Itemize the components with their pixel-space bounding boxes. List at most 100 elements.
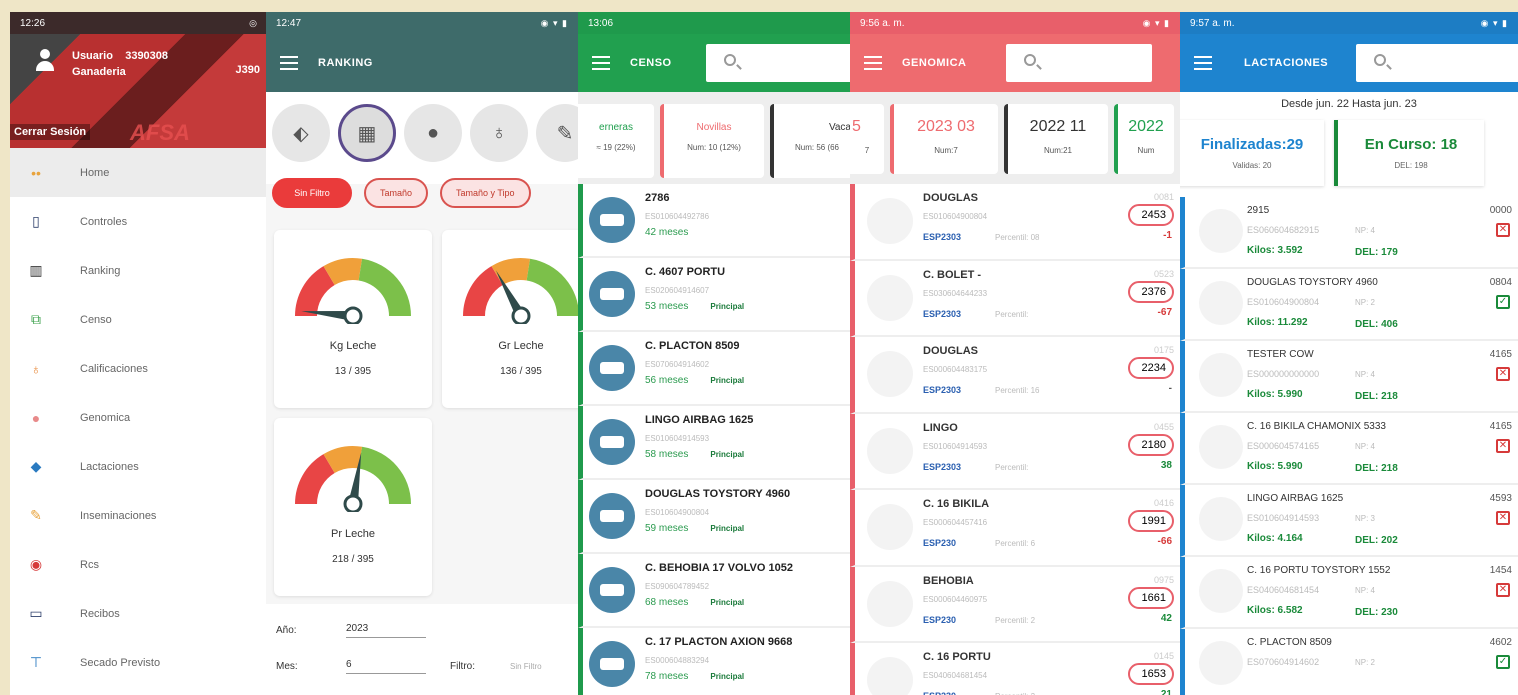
app-bar: CENSO bbox=[578, 34, 850, 92]
menu-item[interactable]: ◉ Rcs bbox=[10, 540, 268, 589]
animal-list: 2786 ES010604492786 42 meses C. 4607 PORTU E… bbox=[578, 184, 850, 695]
menu-item-label: Calificaciones bbox=[80, 362, 148, 375]
list-item[interactable]: C. 16 BIKILA CHAMONIX 5333 ES000604574165… bbox=[1180, 413, 1518, 485]
chip-no-filter[interactable]: Sin Filtro bbox=[272, 178, 352, 208]
status-bar: 9:57 a. m. ◉ ▾ ▮ bbox=[1180, 12, 1518, 34]
eval-tag: ESP2303 bbox=[923, 461, 962, 472]
month-field[interactable]: 6 bbox=[346, 659, 426, 674]
chip-size-type[interactable]: Tamaño y Tipo bbox=[440, 178, 531, 208]
menu-item[interactable]: ▯ Controles bbox=[10, 197, 268, 246]
close-icon: ✕ bbox=[1496, 223, 1510, 237]
menu-item-label: Lactaciones bbox=[80, 460, 139, 473]
search-input[interactable] bbox=[1006, 44, 1152, 82]
tab-vacas[interactable]: Vacas Num: 56 (66 bbox=[770, 104, 850, 178]
menu-icon[interactable] bbox=[280, 56, 298, 70]
eval-tag: ESP2303 bbox=[923, 232, 962, 242]
search-input[interactable] bbox=[706, 44, 850, 82]
list-item[interactable]: C. BOLET - ES030604644233 ESP2303 Percentil… bbox=[850, 260, 1180, 337]
list-item[interactable]: C. PLACTON 8509 ES070604914602 56 meses Pri… bbox=[578, 332, 850, 406]
menu-item[interactable]: ▭ Recibos bbox=[10, 589, 268, 638]
list-item[interactable]: C. 16 PORTU TOYSTORY 1552 ES040604681454 N… bbox=[1180, 557, 1518, 629]
animal-code: ES030604644233 bbox=[923, 288, 988, 298]
animal-code: ES010604900804 bbox=[1247, 297, 1320, 307]
animal-id: 4165 bbox=[1489, 421, 1512, 432]
tab-terneras[interactable]: erneras ≈ 19 (22%) bbox=[578, 104, 654, 178]
tab-eval[interactable]: 2022 11 Num:21 bbox=[1004, 104, 1108, 174]
list-item[interactable]: C. 4607 PORTU ES020604914607 53 meses Princ… bbox=[578, 258, 850, 332]
chip-size[interactable]: Tamaño bbox=[364, 178, 429, 208]
list-item[interactable]: TESTER COW ES000000000000 NP: 4 Kilos: 5.99… bbox=[1180, 341, 1518, 413]
animal-code: ES010604492786 bbox=[645, 212, 710, 221]
animal-code: ES000000000000 bbox=[1247, 369, 1320, 379]
animal-id: 0175 bbox=[1153, 345, 1174, 355]
score-delta: -1 bbox=[1163, 230, 1172, 241]
score-delta: -66 bbox=[1157, 536, 1172, 547]
menu-icon[interactable] bbox=[1194, 56, 1212, 70]
tab-novillas[interactable]: Novillas Num: 10 (12%) bbox=[660, 104, 764, 178]
menu-item[interactable]: ● Genomica bbox=[10, 393, 268, 442]
menu-item[interactable]: ⧉ Censo bbox=[10, 295, 268, 344]
animal-id: 4593 bbox=[1489, 493, 1512, 504]
list-item[interactable]: C. 17 PLACTON AXION 9668 ES000604883294 78… bbox=[578, 628, 850, 695]
list-item[interactable]: 2786 ES010604492786 42 meses bbox=[578, 184, 850, 258]
list-item[interactable]: LINGO ES010604914593 ESP2303 Percentil: 0455… bbox=[850, 413, 1180, 490]
menu-item[interactable]: ▥ Ranking bbox=[10, 246, 268, 295]
list-item[interactable]: DOUGLAS TOYSTORY 4960 ES010604900804 NP: 2… bbox=[1180, 269, 1518, 341]
bar-chart-icon: ▥ bbox=[29, 262, 43, 278]
list-item[interactable]: DOUGLAS TOYSTORY 4960 ES010604900804 59 me… bbox=[578, 480, 850, 554]
list-item[interactable]: 2915 ES060604682915 NP: 4 Kilos: 3.592 DEL: … bbox=[1180, 197, 1518, 269]
list-item[interactable]: C. BEHOBIA 17 VOLVO 1052 ES090604789452 68… bbox=[578, 554, 850, 628]
del-days: DEL: 218 bbox=[1355, 463, 1398, 474]
animal-id: 0455 bbox=[1153, 421, 1174, 432]
page-title: CENSO bbox=[630, 57, 672, 69]
medal-icon[interactable]: ♁ bbox=[470, 104, 528, 162]
search-input[interactable] bbox=[1356, 44, 1518, 82]
animal-code: ES010604900804 bbox=[923, 212, 988, 221]
menu-item[interactable]: •• Home bbox=[10, 148, 268, 197]
menu-icon[interactable] bbox=[864, 56, 882, 70]
date-range[interactable]: Desde jun. 22 Hasta jun. 23 bbox=[1180, 98, 1518, 110]
gauge-card[interactable]: Gr Leche 136 / 395 bbox=[442, 230, 578, 408]
status-time: 12:47 bbox=[276, 17, 302, 29]
animal-age: 68 meses bbox=[645, 597, 689, 608]
animal-code: ES010604914593 bbox=[645, 434, 710, 443]
tag-icon[interactable]: ⬖ bbox=[272, 104, 330, 162]
menu-item[interactable]: ⊤ Secado Previsto bbox=[10, 638, 268, 687]
animal-code: ES010604914593 bbox=[923, 441, 988, 451]
tab-sub: 7 bbox=[864, 146, 870, 155]
list-item[interactable]: DOUGLAS ES010604900804 ESP2303 Percentil: 0… bbox=[850, 184, 1180, 261]
user-block: Usuario 3390308 Ganaderia bbox=[34, 48, 168, 80]
animal-code: ES000604460975 bbox=[923, 594, 988, 604]
dna-icon[interactable]: ● bbox=[404, 104, 462, 162]
syringe-icon[interactable]: ✎ bbox=[536, 104, 578, 162]
tab-eval[interactable]: 57 bbox=[850, 104, 884, 174]
tab-eval[interactable]: 2023 03 Num:7 bbox=[890, 104, 998, 174]
menu-icon[interactable] bbox=[592, 56, 610, 70]
category-icons: ⬖ ▦ ● ♁ ✎ bbox=[266, 92, 578, 184]
menu-item[interactable]: ◆ Lactaciones bbox=[10, 442, 268, 491]
menu-item[interactable]: ♁ Calificaciones bbox=[10, 344, 268, 393]
close-icon: ✕ bbox=[1496, 583, 1510, 597]
year-field[interactable]: 2023 bbox=[346, 623, 426, 638]
avatar bbox=[867, 198, 913, 244]
filter-field[interactable]: Sin Filtro bbox=[510, 662, 542, 671]
gauge-card[interactable]: Kg Leche 13 / 395 bbox=[274, 230, 432, 408]
filter-label: Filtro: bbox=[450, 660, 475, 672]
menu-item[interactable]: ✎ Inseminaciones bbox=[10, 491, 268, 540]
ongoing-card[interactable]: En Curso: 18 DEL: 198 bbox=[1334, 120, 1484, 186]
finished-card[interactable]: Finalizadas:29 Validas: 20 bbox=[1180, 120, 1324, 186]
list-item[interactable]: C. 16 BIKILA ES000604457416 ESP230 Percenti… bbox=[850, 490, 1180, 567]
list-item[interactable]: LINGO AIRBAG 1625 ES010604914593 58 meses P… bbox=[578, 406, 850, 480]
animal-id: 0804 bbox=[1489, 277, 1512, 288]
barcode-icon[interactable]: ▦ bbox=[338, 104, 396, 162]
list-item[interactable]: DOUGLAS ES000604483175 ESP2303 Percentil: 1… bbox=[850, 337, 1180, 414]
user-value: 3390308 bbox=[125, 50, 169, 62]
list-item[interactable]: C. 16 PORTUES040604681454ESP230Percentil… bbox=[850, 643, 1180, 695]
list-item[interactable]: C. PLACTON 8509 ES070604914602 NP: 2 4602 ✓ bbox=[1180, 629, 1518, 695]
avatar bbox=[867, 351, 913, 397]
gauge-card[interactable]: Pr Leche 218 / 395 bbox=[274, 418, 432, 596]
list-item[interactable]: BEHOBIA ES000604460975 ESP230 Percentil: 2 0… bbox=[850, 566, 1180, 643]
list-item[interactable]: LINGO AIRBAG 1625 ES010604914593 NP: 3 Kilo… bbox=[1180, 485, 1518, 557]
tab-eval[interactable]: 2022 Num bbox=[1114, 104, 1174, 174]
logout-button[interactable]: Cerrar Sesión bbox=[10, 124, 91, 140]
